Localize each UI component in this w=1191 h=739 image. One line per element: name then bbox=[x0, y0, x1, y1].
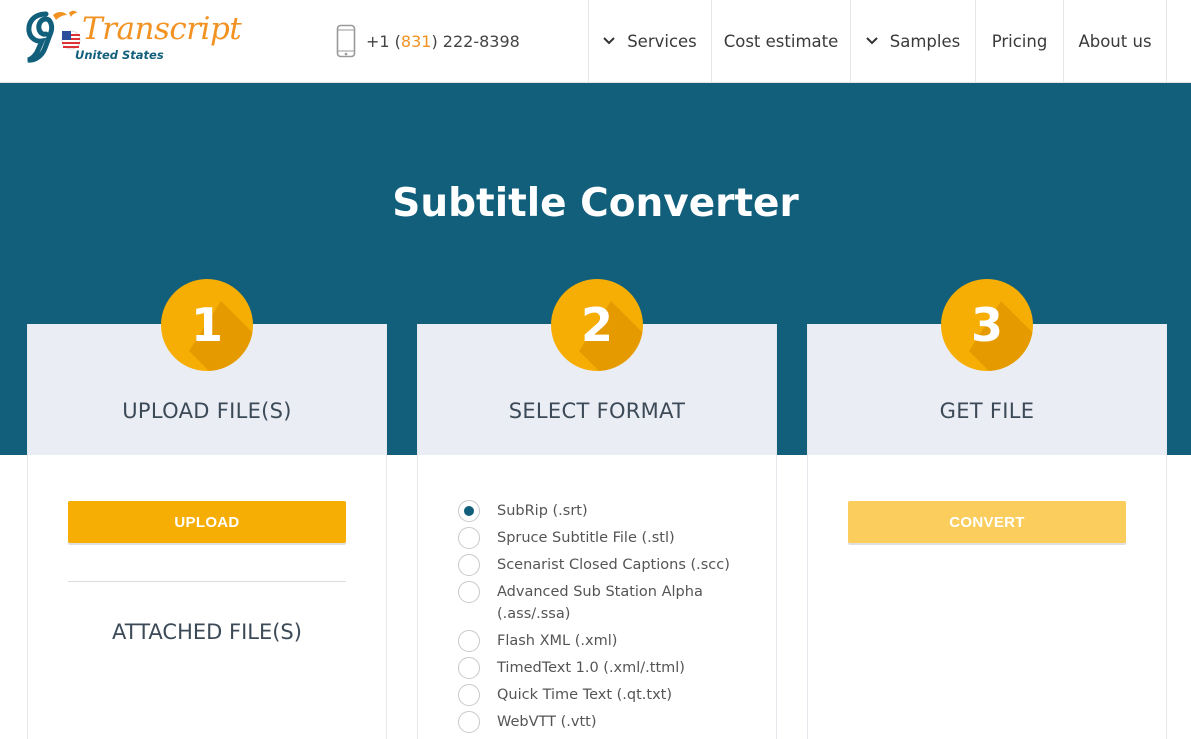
radio-button[interactable] bbox=[458, 711, 480, 733]
format-option-ass[interactable]: Advanced Sub Station Alpha (.ass/.ssa) bbox=[458, 581, 758, 625]
format-option-flash-xml[interactable]: Flash XML (.xml) bbox=[458, 630, 758, 652]
step-number-badge: 1 bbox=[161, 279, 253, 371]
radio-button[interactable] bbox=[458, 657, 480, 679]
radio-button[interactable] bbox=[458, 684, 480, 706]
nav-about-us[interactable]: About us bbox=[1063, 0, 1167, 82]
format-option-scc[interactable]: Scenarist Closed Captions (.scc) bbox=[458, 554, 758, 576]
page-title: Subtitle Converter bbox=[392, 181, 799, 226]
phone-icon bbox=[336, 24, 356, 58]
format-option-ttml[interactable]: TimedText 1.0 (.xml/.ttml) bbox=[458, 657, 758, 679]
step-title: UPLOAD FILE(S) bbox=[122, 399, 292, 423]
step-number: 1 bbox=[190, 298, 223, 352]
format-option-qt[interactable]: Quick Time Text (.qt.txt) bbox=[458, 684, 758, 706]
logo-wordmark: Transcript bbox=[82, 11, 242, 47]
radio-button[interactable] bbox=[458, 581, 480, 603]
radio-button[interactable] bbox=[458, 527, 480, 549]
format-option-stl[interactable]: Spruce Subtitle File (.stl) bbox=[458, 527, 758, 549]
step-title: SELECT FORMAT bbox=[508, 399, 686, 423]
radio-button[interactable] bbox=[458, 554, 480, 576]
upload-button[interactable]: UPLOAD bbox=[68, 501, 346, 543]
site-header: Transcript United States +1 (831) 222-83… bbox=[0, 0, 1191, 83]
divider bbox=[68, 581, 346, 582]
nav-samples[interactable]: Samples bbox=[850, 0, 975, 82]
nav-cost-estimate[interactable]: Cost estimate bbox=[711, 0, 850, 82]
step-card-upload: UPLOAD FILE(S) UPLOAD ATTACHED FILE(S) bbox=[27, 324, 387, 739]
radio-button[interactable] bbox=[458, 630, 480, 652]
step-title: GET FILE bbox=[939, 399, 1035, 423]
main-nav: Services Cost estimate Samples Pricing A… bbox=[588, 0, 1167, 82]
step-number: 3 bbox=[970, 298, 1003, 352]
nav-pricing[interactable]: Pricing bbox=[975, 0, 1063, 82]
phone-contact[interactable]: +1 (831) 222-8398 bbox=[336, 24, 520, 58]
radio-button[interactable] bbox=[458, 500, 480, 522]
format-option-vtt[interactable]: WebVTT (.vtt) bbox=[458, 711, 758, 733]
chevron-down-icon bbox=[866, 37, 878, 45]
step-number: 2 bbox=[580, 298, 613, 352]
chevron-down-icon bbox=[603, 37, 615, 45]
format-option-srt[interactable]: SubRip (.srt) bbox=[458, 500, 758, 522]
format-radio-group: SubRip (.srt) Spruce Subtitle File (.stl… bbox=[458, 500, 758, 738]
logo[interactable]: Transcript United States bbox=[26, 10, 256, 65]
step-number-badge: 2 bbox=[551, 279, 643, 371]
convert-button[interactable]: CONVERT bbox=[848, 501, 1126, 543]
nav-services[interactable]: Services bbox=[588, 0, 711, 82]
attached-files-heading: ATTACHED FILE(S) bbox=[112, 620, 302, 644]
phone-number[interactable]: +1 (831) 222-8398 bbox=[366, 32, 520, 51]
step-number-badge: 3 bbox=[941, 279, 1033, 371]
step-card-format: SELECT FORMAT SubRip (.srt) Spruce Subti… bbox=[417, 324, 777, 739]
logo-country: United States bbox=[75, 48, 164, 62]
step-card-get-file: GET FILE CONVERT bbox=[807, 324, 1167, 739]
